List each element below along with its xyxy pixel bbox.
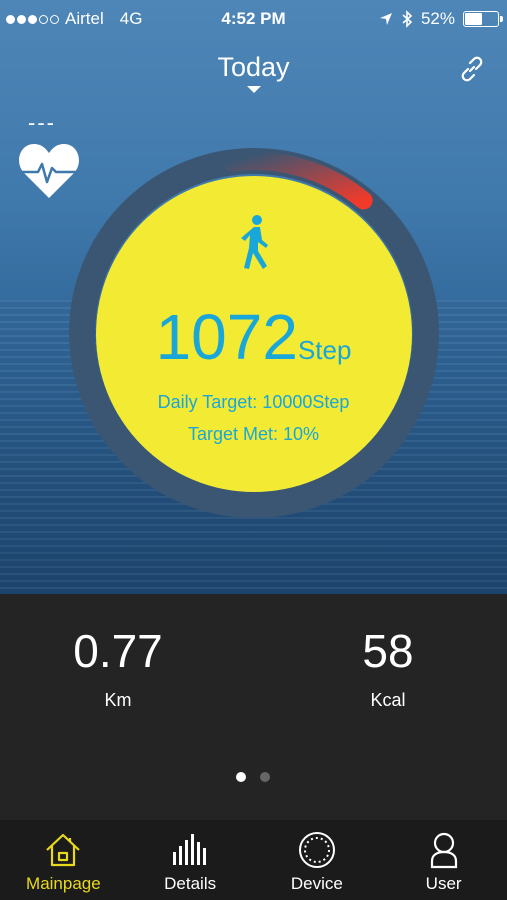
- page-dot[interactable]: [260, 772, 270, 782]
- location-arrow-icon: [379, 13, 392, 25]
- tab-details[interactable]: Details: [127, 820, 254, 900]
- page-dot[interactable]: [236, 772, 246, 782]
- bluetooth-icon: [402, 10, 413, 28]
- tab-mainpage[interactable]: Mainpage: [0, 820, 127, 900]
- calories-value: 58: [362, 625, 414, 677]
- battery-icon: [463, 11, 503, 27]
- walking-person-icon: [241, 215, 268, 269]
- link-icon[interactable]: [457, 54, 487, 84]
- distance-stat: 0.77 Km: [18, 624, 218, 711]
- watch-dial-icon: [298, 832, 335, 868]
- stats-panel[interactable]: 0.77 Km 58 Kcal: [0, 594, 507, 820]
- daily-target: Daily Target: 10000Step: [157, 392, 350, 412]
- calories-stat: 58 Kcal: [288, 624, 488, 711]
- tab-bar: Mainpage Details Device User: [0, 820, 507, 900]
- tab-label: Details: [164, 874, 217, 893]
- tab-label: User: [425, 874, 462, 893]
- distance-unit: Km: [104, 690, 132, 710]
- tab-label: Device: [290, 874, 343, 893]
- step-count-unit: Step: [297, 335, 352, 365]
- target-met: Target Met: 10%: [187, 424, 320, 444]
- page-indicator[interactable]: [236, 772, 270, 782]
- calories-unit: Kcal: [370, 690, 406, 710]
- distance-value: 0.77: [73, 625, 163, 677]
- heart-rate-value: ---: [28, 110, 56, 135]
- step-count: 1072Step: [0, 300, 507, 374]
- date-selector[interactable]: Today: [0, 52, 507, 83]
- tab-user[interactable]: User: [380, 820, 507, 900]
- step-count-value: 1072: [155, 301, 298, 373]
- chevron-down-icon[interactable]: [247, 86, 261, 93]
- user-icon: [430, 832, 457, 869]
- home-icon: [46, 833, 81, 867]
- tab-label: Mainpage: [26, 874, 101, 893]
- status-bar: Airtel 4G 4:52 PM 52%: [0, 0, 507, 38]
- battery-percent: 52%: [420, 9, 455, 28]
- bar-chart-icon: [173, 834, 207, 865]
- tab-device[interactable]: Device: [254, 820, 381, 900]
